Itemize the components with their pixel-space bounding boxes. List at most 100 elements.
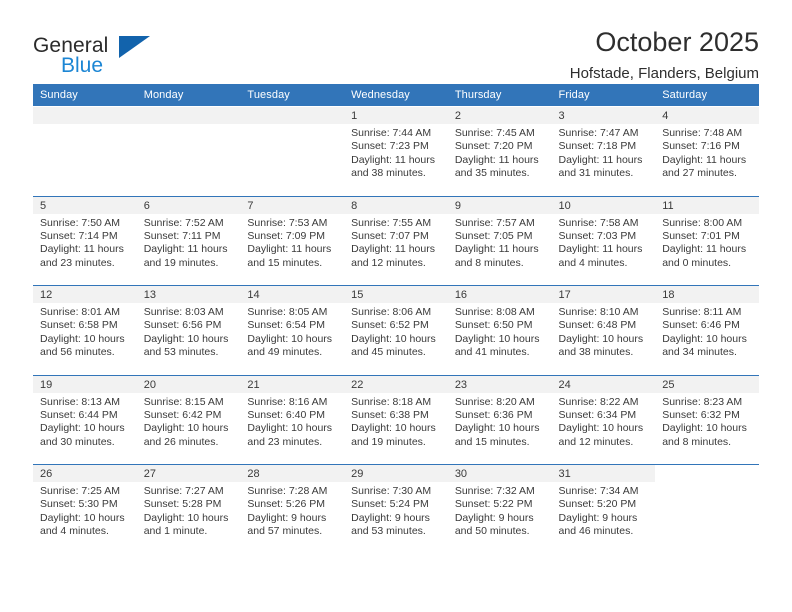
sunrise-text: Sunrise: 7:50 AM [40,216,120,229]
day-sun-info: Sunrise: 8:08 AM Sunset: 6:50 PM Daylight:… [448,303,552,360]
day-number: 10 [551,196,656,214]
calendar-day-cell[interactable]: 16 Sunrise: 8:08 AM Sunset: 6:50 PM Dayligh… [447,285,552,375]
sunrise-text: Sunrise: 7:47 AM [558,127,639,139]
day-number: 9 [447,196,552,214]
day-sun-info: Sunrise: 7:50 AM Sunset: 7:14 PM Daylight:… [33,214,137,271]
calendar-day-cell[interactable]: 14 Sunrise: 8:05 AM Sunset: 6:54 PM Dayligh… [240,285,345,375]
day-number: 23 [447,375,552,393]
day-28: 28 Sunrise: 7:28 AM Sunset: 5:26 PM Dayligh… [240,465,345,553]
sunrise-text: Sunrise: 7:28 AM [247,485,328,497]
empty-day [240,107,345,195]
sunrise-text: Sunrise: 8:11 AM [662,306,742,318]
sunset-text: Sunset: 7:16 PM [662,140,740,153]
calendar-day-cell[interactable] [33,106,137,196]
calendar-day-cell[interactable]: 28 Sunrise: 7:28 AM Sunset: 5:26 PM Dayligh… [240,464,345,554]
day-27: 27 Sunrise: 7:27 AM Sunset: 5:28 PM Dayligh… [136,465,241,553]
day-sun-info: Sunrise: 7:27 AM Sunset: 5:28 PM Daylight:… [137,482,241,539]
daylight-text: Daylight: 10 hours and 8 minutes. [662,422,747,448]
empty-day [33,107,137,195]
day-21: 21 Sunrise: 8:16 AM Sunset: 6:40 PM Dayligh… [240,375,345,464]
calendar-day-cell[interactable]: 21 Sunrise: 8:16 AM Sunset: 6:40 PM Dayligh… [240,374,345,465]
day-number: 16 [447,286,552,303]
sunset-text: Sunset: 6:32 PM [662,408,740,421]
calendar-day-cell[interactable] [655,464,759,554]
sunrise-text: Sunrise: 7:44 AM [351,127,432,139]
day-sun-info: Sunrise: 7:44 AM Sunset: 7:23 PM Daylight:… [344,124,448,181]
calendar-day-cell[interactable]: 24 Sunrise: 8:22 AM Sunset: 6:34 PM Dayligh… [551,374,656,465]
calendar-day-cell[interactable]: 11 Sunrise: 8:00 AM Sunset: 7:01 PM Dayligh… [655,195,759,286]
day-number: 25 [655,375,759,393]
sunset-text: Sunset: 7:18 PM [558,140,637,153]
sunset-text: Sunset: 7:03 PM [558,229,637,242]
sunrise-text: Sunrise: 8:06 AM [351,306,432,318]
sunset-text: Sunset: 7:23 PM [351,140,429,153]
day-number: 17 [551,286,656,303]
sunrise-text: Sunrise: 8:18 AM [351,395,432,408]
calendar-day-cell[interactable]: 4 Sunrise: 7:48 AM Sunset: 7:16 PM Daylight… [655,106,759,196]
day-sun-info: Sunrise: 8:06 AM Sunset: 6:52 PM Daylight:… [344,303,448,360]
day-sun-info: Sunrise: 7:32 AM Sunset: 5:22 PM Daylight:… [448,482,552,539]
calendar-day-cell[interactable]: 27 Sunrise: 7:27 AM Sunset: 5:28 PM Dayligh… [136,464,241,554]
daylight-text: Daylight: 11 hours and 12 minutes. [351,243,435,269]
calendar-day-cell[interactable]: 3 Sunrise: 7:47 AM Sunset: 7:18 PM Daylight… [551,106,656,196]
weekday-header-monday: Monday [136,84,241,107]
day-number: 28 [240,465,345,482]
day-16: 16 Sunrise: 8:08 AM Sunset: 6:50 PM Dayligh… [447,286,552,374]
day-31: 31 Sunrise: 7:34 AM Sunset: 5:20 PM Dayligh… [551,465,656,553]
calendar-day-cell[interactable]: 17 Sunrise: 8:10 AM Sunset: 6:48 PM Dayligh… [551,285,656,375]
day-number [240,107,345,124]
calendar-day-cell[interactable]: 22 Sunrise: 8:18 AM Sunset: 6:38 PM Dayligh… [344,374,448,465]
weekday-header-saturday: Saturday [655,84,759,107]
empty-day [136,107,241,195]
calendar-day-cell[interactable]: 8 Sunrise: 7:55 AM Sunset: 7:07 PM Daylight… [344,195,448,286]
calendar-day-cell[interactable]: 12 Sunrise: 8:01 AM Sunset: 6:58 PM Dayligh… [33,285,137,375]
calendar-day-cell[interactable]: 31 Sunrise: 7:34 AM Sunset: 5:20 PM Dayligh… [551,464,656,554]
sunrise-text: Sunrise: 7:30 AM [351,485,432,497]
day-sun-info: Sunrise: 8:23 AM Sunset: 6:32 PM Daylight:… [655,393,759,450]
day-number: 15 [344,286,448,303]
calendar-day-cell[interactable]: 19 Sunrise: 8:13 AM Sunset: 6:44 PM Dayligh… [33,374,137,465]
day-number: 7 [240,196,345,214]
brand-logo[interactable]: General Blue [33,26,150,78]
calendar-day-cell[interactable]: 9 Sunrise: 7:57 AM Sunset: 7:05 PM Daylight… [447,195,552,286]
day-23: 23 Sunrise: 8:20 AM Sunset: 6:36 PM Dayligh… [447,375,552,464]
day-number: 20 [136,375,241,393]
calendar-day-cell[interactable]: 30 Sunrise: 7:32 AM Sunset: 5:22 PM Dayligh… [447,464,552,554]
sunrise-text: Sunrise: 7:45 AM [454,127,535,139]
calendar-day-cell[interactable]: 20 Sunrise: 8:15 AM Sunset: 6:42 PM Dayligh… [136,374,241,465]
calendar-table: Sunday Monday Tuesday Wednesday Thursday… [33,84,759,554]
day-2: 2 Sunrise: 7:45 AM Sunset: 7:20 PM Daylight… [447,107,552,195]
calendar-day-cell[interactable]: 7 Sunrise: 7:53 AM Sunset: 7:09 PM Daylight… [240,195,345,286]
day-sun-info: Sunrise: 7:48 AM Sunset: 7:16 PM Daylight:… [655,124,759,181]
day-8: 8 Sunrise: 7:55 AM Sunset: 7:07 PM Daylight… [344,196,448,285]
daylight-text: Daylight: 11 hours and 8 minutes. [454,243,539,269]
daylight-text: Daylight: 11 hours and 4 minutes. [558,243,643,269]
calendar-day-cell[interactable]: 13 Sunrise: 8:03 AM Sunset: 6:56 PM Dayligh… [136,285,241,375]
calendar-day-cell[interactable]: 15 Sunrise: 8:06 AM Sunset: 6:52 PM Dayligh… [344,285,448,375]
calendar-body: 1 Sunrise: 7:44 AM Sunset: 7:23 PM Daylight… [33,106,759,554]
daylight-text: Daylight: 10 hours and 49 minutes. [247,332,333,359]
calendar-day-cell[interactable]: 25 Sunrise: 8:23 AM Sunset: 6:32 PM Dayligh… [655,374,759,465]
day-sun-info: Sunrise: 8:15 AM Sunset: 6:42 PM Daylight:… [137,393,241,450]
calendar-day-cell[interactable]: 2 Sunrise: 7:45 AM Sunset: 7:20 PM Daylight… [447,106,552,196]
calendar-day-cell[interactable]: 5 Sunrise: 7:50 AM Sunset: 7:14 PM Daylight… [33,195,137,286]
calendar-day-cell[interactable]: 18 Sunrise: 8:11 AM Sunset: 6:46 PM Dayligh… [655,285,759,375]
day-sun-info: Sunrise: 8:16 AM Sunset: 6:40 PM Daylight:… [240,393,344,450]
day-11: 11 Sunrise: 8:00 AM Sunset: 7:01 PM Dayligh… [655,196,759,285]
sunset-text: Sunset: 6:56 PM [143,319,222,332]
calendar-day-cell[interactable]: 10 Sunrise: 7:58 AM Sunset: 7:03 PM Dayligh… [551,195,656,286]
calendar-day-cell[interactable]: 1 Sunrise: 7:44 AM Sunset: 7:23 PM Daylight… [344,106,448,196]
calendar-day-cell[interactable]: 29 Sunrise: 7:30 AM Sunset: 5:24 PM Dayligh… [344,464,448,554]
daylight-text: Daylight: 10 hours and 19 minutes. [351,422,436,448]
day-sun-info: Sunrise: 7:55 AM Sunset: 7:07 PM Daylight:… [344,214,448,271]
day-sun-info: Sunrise: 7:45 AM Sunset: 7:20 PM Daylight:… [448,124,552,181]
calendar-day-cell[interactable]: 23 Sunrise: 8:20 AM Sunset: 6:36 PM Dayligh… [447,374,552,465]
sunset-text: Sunset: 7:01 PM [662,229,740,242]
calendar-day-cell[interactable] [136,106,241,196]
day-sun-info: Sunrise: 7:52 AM Sunset: 7:11 PM Daylight:… [137,214,241,271]
sunset-text: Sunset: 6:38 PM [351,408,429,421]
calendar-day-cell[interactable]: 26 Sunrise: 7:25 AM Sunset: 5:30 PM Dayligh… [33,464,137,554]
day-number: 18 [655,286,759,303]
calendar-day-cell[interactable]: 6 Sunrise: 7:52 AM Sunset: 7:11 PM Daylight… [136,195,241,286]
calendar-day-cell[interactable] [240,106,345,196]
